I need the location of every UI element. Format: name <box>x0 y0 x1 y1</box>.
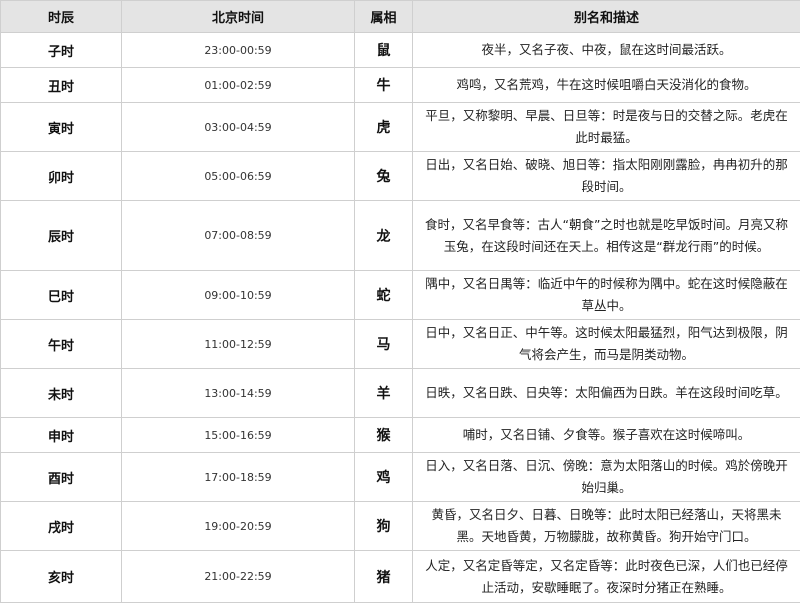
time-cell: 15:00-16:59 <box>122 418 355 453</box>
time-cell: 21:00-22:59 <box>122 551 355 603</box>
time-cell: 11:00-12:59 <box>122 320 355 369</box>
header-zodiac: 属相 <box>355 1 413 33</box>
shichen-cell: 酉时 <box>1 453 122 502</box>
description-cell: 隅中，又名日禺等：临近中午的时候称为隅中。蛇在这时候隐蔽在草丛中。 <box>413 271 800 320</box>
description-cell: 夜半，又名子夜、中夜，鼠在这时间最活跃。 <box>413 33 800 68</box>
table-row: 酉时 17:00-18:59 鸡 日入，又名日落、日沉、傍晚：意为太阳落山的时候… <box>1 453 800 502</box>
description-cell: 平旦，又称黎明、早晨、日旦等：时是夜与日的交替之际。老虎在此时最猛。 <box>413 103 800 152</box>
shichen-cell: 亥时 <box>1 551 122 603</box>
description-cell: 日昳，又名日跌、日央等：太阳偏西为日跌。羊在这段时间吃草。 <box>413 369 800 418</box>
shichen-cell: 巳时 <box>1 271 122 320</box>
table-row: 巳时 09:00-10:59 蛇 隅中，又名日禺等：临近中午的时候称为隅中。蛇在… <box>1 271 800 320</box>
time-cell: 13:00-14:59 <box>122 369 355 418</box>
description-cell: 黄昏，又名日夕、日暮、日晚等：此时太阳已经落山，天将黑未黑。天地昏黄，万物朦胧，… <box>413 502 800 551</box>
table-row: 戌时 19:00-20:59 狗 黄昏，又名日夕、日暮、日晚等：此时太阳已经落山… <box>1 502 800 551</box>
time-cell: 07:00-08:59 <box>122 201 355 271</box>
shichen-cell: 寅时 <box>1 103 122 152</box>
zodiac-cell: 猪 <box>355 551 413 603</box>
zodiac-cell: 虎 <box>355 103 413 152</box>
shichen-cell: 卯时 <box>1 152 122 201</box>
header-shichen: 时辰 <box>1 1 122 33</box>
zodiac-cell: 羊 <box>355 369 413 418</box>
description-cell: 日中，又名日正、中午等。这时候太阳最猛烈，阳气达到极限，阴气将会产生，而马是阴类… <box>413 320 800 369</box>
table-row: 丑时 01:00-02:59 牛 鸡鸣，又名荒鸡，牛在这时候咀嚼白天没消化的食物… <box>1 68 800 103</box>
shichen-cell: 辰时 <box>1 201 122 271</box>
time-cell: 17:00-18:59 <box>122 453 355 502</box>
shichen-cell: 子时 <box>1 33 122 68</box>
zodiac-cell: 牛 <box>355 68 413 103</box>
zodiac-cell: 猴 <box>355 418 413 453</box>
time-cell: 05:00-06:59 <box>122 152 355 201</box>
shichen-cell: 未时 <box>1 369 122 418</box>
zodiac-cell: 狗 <box>355 502 413 551</box>
table-row: 亥时 21:00-22:59 猪 人定，又名定昏等定，又名定昏等：此时夜色已深，… <box>1 551 800 603</box>
table-row: 午时 11:00-12:59 马 日中，又名日正、中午等。这时候太阳最猛烈，阳气… <box>1 320 800 369</box>
zodiac-cell: 龙 <box>355 201 413 271</box>
time-cell: 03:00-04:59 <box>122 103 355 152</box>
header-row: 时辰 北京时间 属相 别名和描述 <box>1 1 800 33</box>
shichen-cell: 申时 <box>1 418 122 453</box>
time-cell: 23:00-00:59 <box>122 33 355 68</box>
table-row: 子时 23:00-00:59 鼠 夜半，又名子夜、中夜，鼠在这时间最活跃。 <box>1 33 800 68</box>
description-cell: 人定，又名定昏等定，又名定昏等：此时夜色已深，人们也已经停止活动，安歇睡眠了。夜… <box>413 551 800 603</box>
table-row: 卯时 05:00-06:59 兔 日出，又名日始、破晓、旭日等：指太阳刚刚露脸，… <box>1 152 800 201</box>
zodiac-cell: 马 <box>355 320 413 369</box>
time-cell: 19:00-20:59 <box>122 502 355 551</box>
zodiac-cell: 兔 <box>355 152 413 201</box>
table-row: 寅时 03:00-04:59 虎 平旦，又称黎明、早晨、日旦等：时是夜与日的交替… <box>1 103 800 152</box>
table-row: 辰时 07:00-08:59 龙 食时，又名早食等：古人“朝食”之时也就是吃早饭… <box>1 201 800 271</box>
description-cell: 日出，又名日始、破晓、旭日等：指太阳刚刚露脸，冉冉初升的那段时间。 <box>413 152 800 201</box>
zodiac-cell: 鼠 <box>355 33 413 68</box>
description-cell: 日入，又名日落、日沉、傍晚：意为太阳落山的时候。鸡於傍晚开始归巢。 <box>413 453 800 502</box>
time-cell: 09:00-10:59 <box>122 271 355 320</box>
description-cell: 哺时，又名日铺、夕食等。猴子喜欢在这时候啼叫。 <box>413 418 800 453</box>
shichen-cell: 午时 <box>1 320 122 369</box>
table-row: 未时 13:00-14:59 羊 日昳，又名日跌、日央等：太阳偏西为日跌。羊在这… <box>1 369 800 418</box>
shichen-cell: 丑时 <box>1 68 122 103</box>
shichen-table: 时辰 北京时间 属相 别名和描述 子时 23:00-00:59 鼠 夜半，又名子… <box>0 0 800 603</box>
zodiac-cell: 蛇 <box>355 271 413 320</box>
header-alias-description: 别名和描述 <box>413 1 800 33</box>
zodiac-cell: 鸡 <box>355 453 413 502</box>
time-cell: 01:00-02:59 <box>122 68 355 103</box>
table-row: 申时 15:00-16:59 猴 哺时，又名日铺、夕食等。猴子喜欢在这时候啼叫。 <box>1 418 800 453</box>
shichen-cell: 戌时 <box>1 502 122 551</box>
header-beijing-time: 北京时间 <box>122 1 355 33</box>
description-cell: 鸡鸣，又名荒鸡，牛在这时候咀嚼白天没消化的食物。 <box>413 68 800 103</box>
description-cell: 食时，又名早食等：古人“朝食”之时也就是吃早饭时间。月亮又称玉兔，在这段时间还在… <box>413 201 800 271</box>
